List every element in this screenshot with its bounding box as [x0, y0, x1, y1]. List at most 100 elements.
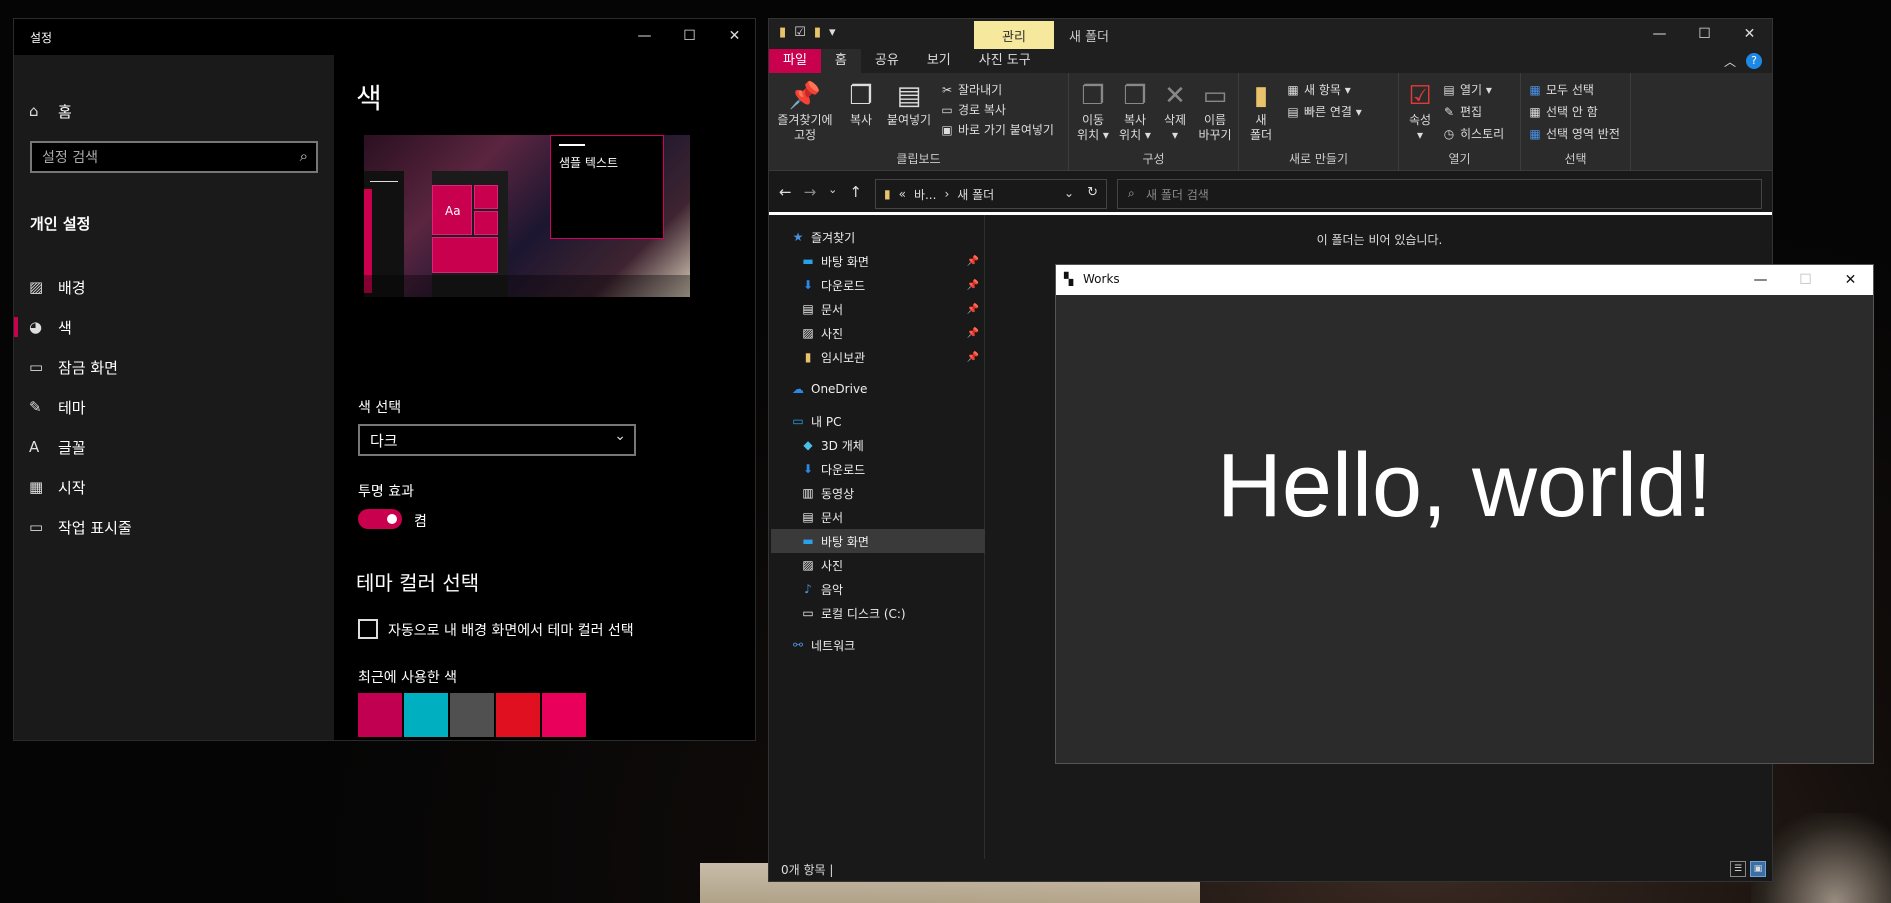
tree-this-pc[interactable]: ▭ 내 PC	[789, 409, 1003, 433]
tab-share[interactable]: 공유	[861, 49, 913, 73]
new-folder-icon[interactable]: ▮	[814, 25, 821, 40]
properties-icon[interactable]: ☑	[794, 25, 806, 40]
group-label: 구성	[1142, 152, 1165, 166]
back-icon[interactable]: ←	[779, 183, 792, 201]
collapse-ribbon-icon[interactable]: ︿	[1724, 53, 1736, 70]
refresh-icon[interactable]: ↻	[1087, 185, 1098, 200]
manage-context-tab[interactable]: 관리	[974, 21, 1054, 49]
up-icon[interactable]: ↑	[849, 183, 862, 201]
tree-onedrive[interactable]: ☁ OneDrive	[789, 377, 1003, 401]
folder-icon: ▮	[1253, 81, 1269, 111]
open-button[interactable]: ▤ 열기 ▾	[1441, 81, 1492, 98]
tab-picture-tools[interactable]: 사진 도구	[965, 49, 1045, 73]
copy-path-button[interactable]: ▭ 경로 복사	[939, 101, 1006, 118]
color-swatch[interactable]	[496, 693, 540, 737]
close-button[interactable]: ✕	[1727, 19, 1772, 49]
nav-background[interactable]: ▨ 배경	[14, 267, 334, 307]
tree-quick-access[interactable]: ★ 즐겨찾기	[789, 225, 1003, 249]
cut-button[interactable]: ✂ 잘라내기	[939, 81, 1002, 98]
tree-item[interactable]: ▨ 사진	[799, 553, 1013, 577]
copy-to-button[interactable]: ❐ 복사 위치 ▾	[1115, 79, 1155, 143]
history-button[interactable]: ◷ 히스토리	[1441, 125, 1504, 142]
tree-item[interactable]: ▭ 로컬 디스크 (C:)	[799, 601, 1013, 625]
nav-lock-screen[interactable]: ▭ 잠금 화면	[14, 347, 334, 387]
easy-access-button[interactable]: ▤ 빠른 연결 ▾	[1285, 103, 1362, 120]
maximize-button[interactable]: ☐	[667, 19, 712, 53]
properties-button[interactable]: ☑ 속성 ▾	[1403, 79, 1437, 143]
color-swatch[interactable]	[542, 693, 586, 737]
copy-button[interactable]: ❐ 복사	[841, 79, 881, 128]
transparency-toggle[interactable]	[358, 509, 402, 529]
scissors-icon: ✂	[941, 83, 953, 97]
tree-item[interactable]: ▥ 동영상	[799, 481, 1013, 505]
tree-item[interactable]: ⬇ 다운로드 📌	[799, 273, 983, 297]
tree-item[interactable]: ▬ 바탕 화면 📌	[799, 249, 983, 273]
tab-view[interactable]: 보기	[913, 49, 965, 73]
address-bar[interactable]: ▮ « 바... › 새 폴더 ⌄ ↻	[875, 179, 1107, 209]
pin-quick-access-button[interactable]: 📌 즐겨찾기에 고정	[775, 79, 835, 143]
nav-start[interactable]: ▦ 시작	[14, 467, 334, 507]
details-view-icon[interactable]: ☰	[1730, 861, 1746, 877]
music-icon: ♪	[804, 582, 812, 596]
forward-icon[interactable]: →	[804, 183, 817, 201]
rename-icon: ▭	[1202, 81, 1228, 111]
select-none-button[interactable]: ▦ 선택 안 함	[1527, 103, 1597, 120]
maximize-button[interactable]: ☐	[1682, 19, 1727, 49]
chevron-down-icon[interactable]: ⌄	[1064, 186, 1074, 200]
new-item-button[interactable]: ▦ 새 항목 ▾	[1285, 81, 1350, 98]
invert-selection-button[interactable]: ▦ 선택 영역 반전	[1527, 125, 1620, 142]
tree-item-selected[interactable]: ▬ 바탕 화면	[771, 529, 985, 553]
paste-shortcut-button[interactable]: ▣ 바로 가기 붙여넣기	[939, 121, 1054, 138]
large-icons-view-icon[interactable]: ▣	[1750, 861, 1766, 877]
color-mode-dropdown[interactable]: 다크 ⌄	[358, 424, 636, 456]
minimize-button[interactable]: —	[1637, 19, 1682, 49]
nav-fonts[interactable]: A 글꼴	[14, 427, 334, 467]
color-swatch[interactable]	[358, 693, 402, 737]
minimize-button[interactable]: —	[1738, 265, 1783, 295]
tree-item[interactable]: ♪ 음악	[799, 577, 1013, 601]
breadcrumb[interactable]: 바...	[914, 186, 936, 203]
tab-file[interactable]: 파일	[769, 49, 821, 73]
preview-tile	[432, 237, 498, 273]
tree-item[interactable]: ▮ 임시보관 📌	[799, 345, 983, 369]
rename-button[interactable]: ▭ 이름 바꾸기	[1195, 79, 1235, 143]
settings-search-input[interactable]: 설정 검색 ⌕	[30, 141, 318, 173]
color-swatch[interactable]	[450, 693, 494, 737]
palette-icon: ◕	[29, 318, 43, 336]
select-all-button[interactable]: ▦ 모두 선택	[1527, 81, 1594, 98]
new-folder-button[interactable]: ▮ 새 폴더	[1243, 79, 1279, 143]
nav-colors[interactable]: ◕ 색	[14, 307, 334, 347]
help-icon[interactable]: ?	[1746, 53, 1762, 69]
tree-item[interactable]: ⬇ 다운로드	[799, 457, 1013, 481]
tree-item[interactable]: ▤ 문서	[799, 505, 1013, 529]
tree-item[interactable]: ◆ 3D 개체	[799, 433, 1013, 457]
recent-dropdown-icon[interactable]: ⌄	[828, 183, 837, 201]
nav-home[interactable]: ⌂ 홈	[14, 91, 334, 131]
nav-themes[interactable]: ✎ 테마	[14, 387, 334, 427]
customize-dropdown-icon[interactable]: ▾	[829, 25, 836, 40]
nav-taskbar[interactable]: ▭ 작업 표시줄	[14, 507, 334, 547]
group-label: 클립보드	[896, 152, 941, 166]
color-swatch[interactable]	[404, 693, 448, 737]
nav-home-label: 홈	[58, 102, 72, 121]
preview-tile	[474, 185, 498, 209]
minimize-button[interactable]: —	[622, 19, 667, 53]
folder-icon[interactable]: ▮	[779, 25, 786, 40]
history-icon: ◷	[1443, 127, 1455, 141]
tab-home[interactable]: 홈	[820, 49, 861, 73]
paste-button[interactable]: ▤ 붙여넣기	[881, 79, 937, 128]
close-button[interactable]: ✕	[1828, 265, 1873, 295]
address-overflow[interactable]: «	[899, 187, 906, 201]
auto-color-checkbox[interactable]	[358, 619, 378, 639]
breadcrumb[interactable]: 새 폴더	[957, 186, 994, 203]
tree-item[interactable]: ▨ 사진 📌	[799, 321, 983, 345]
explorer-search-input[interactable]: ⌕ 새 폴더 검색	[1117, 179, 1762, 209]
tree-item[interactable]: ▤ 문서 📌	[799, 297, 983, 321]
document-icon: ▤	[802, 302, 814, 316]
edit-button[interactable]: ✎ 편집	[1441, 103, 1482, 120]
delete-button[interactable]: ✕ 삭제 ▾	[1157, 79, 1193, 143]
tree-network[interactable]: ⚯ 네트워크	[789, 633, 1003, 657]
close-button[interactable]: ✕	[712, 19, 757, 53]
move-to-button[interactable]: ❐ 이동 위치 ▾	[1073, 79, 1113, 143]
star-icon: ★	[792, 230, 804, 244]
